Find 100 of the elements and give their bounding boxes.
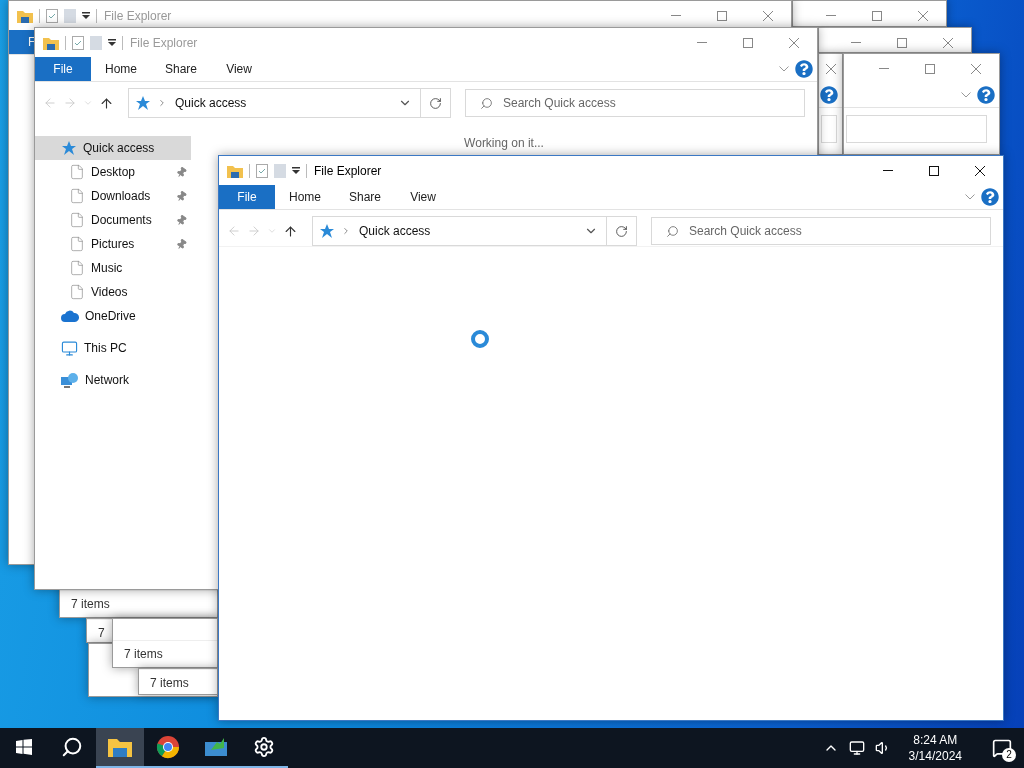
dropdown-icon[interactable] — [292, 166, 300, 175]
window-title: File Explorer — [104, 8, 172, 23]
up-button[interactable] — [99, 95, 114, 111]
address-text: Quick access — [175, 96, 247, 110]
notifications-button[interactable]: 2 — [980, 728, 1024, 768]
app-icon — [205, 738, 227, 756]
status-message: Working on it... — [464, 136, 544, 150]
minimize-icon — [697, 42, 707, 43]
nav-item[interactable]: This PC — [35, 336, 191, 360]
folder-icon[interactable] — [43, 35, 59, 50]
up-button[interactable] — [283, 223, 298, 239]
nav-item[interactable]: OneDrive — [35, 304, 191, 328]
chevron-down-icon — [83, 98, 93, 108]
help-icon[interactable] — [795, 60, 813, 78]
nav-item[interactable]: Desktop — [35, 160, 191, 184]
folder-icon — [108, 737, 132, 757]
properties-icon[interactable] — [46, 8, 58, 23]
address-bar[interactable]: Quick access — [128, 88, 451, 118]
search-icon — [480, 96, 493, 110]
page-icon — [69, 260, 85, 276]
search-placeholder: Search Quick access — [503, 96, 616, 110]
nav-item[interactable]: Videos — [35, 280, 191, 304]
expand-ribbon-icon[interactable] — [965, 194, 975, 200]
search-placeholder: Search Quick access — [689, 224, 802, 238]
taskbar-app[interactable] — [96, 728, 144, 768]
nav-item[interactable]: Documents — [35, 208, 191, 232]
page-icon — [69, 236, 85, 252]
ribbon-tab[interactable]: View — [395, 185, 452, 209]
status-text: 7 items — [150, 676, 189, 690]
close-icon — [763, 10, 773, 21]
status-text: 7 items — [71, 597, 110, 611]
windows-logo-icon — [16, 739, 32, 755]
maximize-icon — [897, 37, 907, 48]
page-icon — [69, 284, 85, 300]
notifications-icon — [992, 738, 1012, 758]
help-icon[interactable] — [820, 86, 838, 104]
nav-item[interactable]: Downloads — [35, 184, 191, 208]
loading-spinner-icon — [470, 329, 490, 349]
new-folder-icon[interactable] — [64, 8, 76, 23]
close-icon — [918, 10, 928, 21]
refresh-icon — [429, 96, 442, 110]
star-icon — [319, 223, 335, 239]
ribbon-tab[interactable]: Home — [91, 57, 151, 81]
ribbon-tab[interactable]: Share — [151, 57, 212, 81]
close-icon — [789, 37, 799, 48]
settings-icon — [253, 736, 275, 758]
close-icon — [825, 63, 836, 74]
ribbon-tab[interactable]: File — [35, 57, 91, 81]
search-field[interactable] — [821, 115, 837, 143]
refresh-icon — [615, 224, 628, 238]
close-icon — [971, 63, 981, 74]
minimize-icon — [879, 68, 889, 69]
page-icon — [69, 188, 85, 204]
help-icon[interactable] — [981, 188, 999, 206]
cloud-icon — [61, 310, 79, 322]
help-icon[interactable] — [977, 86, 995, 104]
ribbon-tab[interactable]: Home — [275, 185, 335, 209]
status-text: 7 items — [124, 647, 163, 661]
address-bar[interactable]: Quick access — [312, 216, 637, 246]
nav-item[interactable]: Music — [35, 256, 191, 280]
clock[interactable]: 8:24 AM 3/14/2024 — [900, 732, 970, 764]
breadcrumb-chevron-icon — [157, 98, 167, 108]
window-title: File Explorer — [130, 35, 198, 50]
nav-item[interactable]: Network — [35, 368, 191, 392]
search-icon — [666, 224, 679, 238]
nav-item[interactable]: Quick access — [35, 136, 191, 160]
minimize-icon — [883, 170, 893, 171]
ribbon-tab[interactable]: View — [211, 57, 268, 81]
browser-icon — [156, 735, 180, 759]
ribbon-tab[interactable]: Share — [335, 185, 396, 209]
window-title: File Explorer — [314, 163, 382, 178]
dropdown-icon[interactable] — [108, 38, 116, 47]
properties-icon[interactable] — [72, 35, 84, 50]
breadcrumb-chevron-icon — [341, 226, 351, 236]
folder-icon[interactable] — [227, 163, 243, 178]
maximize-icon — [717, 10, 727, 21]
nav-item[interactable]: Pictures — [35, 232, 191, 256]
search-field[interactable]: Search Quick access — [465, 89, 805, 117]
close-icon — [975, 165, 985, 176]
expand-ribbon-icon[interactable] — [961, 92, 971, 98]
dropdown-icon[interactable] — [82, 11, 90, 20]
maximize-icon — [925, 63, 935, 74]
minimize-icon — [826, 15, 836, 16]
address-text: Quick access — [359, 224, 431, 238]
maximize-icon — [743, 37, 753, 48]
star-icon — [135, 95, 151, 111]
search-field[interactable]: Search Quick access — [651, 217, 991, 245]
search-icon — [61, 736, 83, 758]
folder-icon[interactable] — [17, 8, 33, 23]
properties-icon[interactable] — [256, 163, 268, 178]
status-text: 7 — [98, 626, 105, 640]
star-icon — [61, 140, 77, 156]
search-field[interactable] — [846, 115, 987, 143]
expand-ribbon-icon[interactable] — [779, 66, 789, 72]
close-icon — [943, 37, 953, 48]
page-icon — [69, 164, 85, 180]
ribbon-tab[interactable]: File — [219, 185, 275, 209]
minimize-icon — [851, 42, 861, 43]
page-icon — [69, 212, 85, 228]
notification-count: 2 — [1002, 748, 1016, 762]
